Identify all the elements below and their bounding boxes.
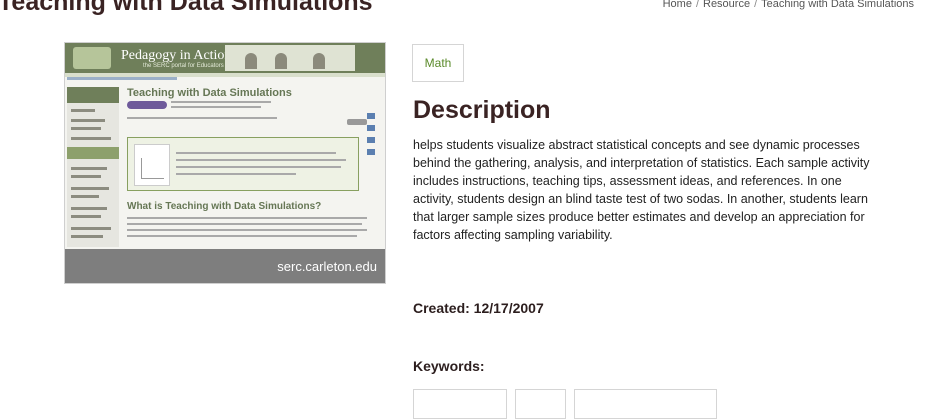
thumbnail-share-icons bbox=[367, 113, 377, 193]
thumbnail-header-photo bbox=[225, 45, 355, 71]
breadcrumb-separator: / bbox=[695, 0, 699, 10]
thumbnail-callout-box bbox=[127, 137, 359, 191]
thumbnail-chart-icon bbox=[134, 144, 170, 186]
keyword-chip[interactable] bbox=[515, 389, 566, 419]
thumbnail-page-heading: Teaching with Data Simulations bbox=[127, 87, 292, 99]
thumbnail-caption: serc.carleton.edu bbox=[65, 249, 385, 283]
keywords-label: Keywords: bbox=[413, 358, 485, 374]
breadcrumb: Home / Resource / Teaching with Data Simulat… bbox=[663, 0, 914, 10]
thumbnail-badge-icon bbox=[127, 101, 167, 109]
thumbnail-site-logo: Pedagogy in Action bbox=[121, 48, 232, 63]
thumbnail-breadcrumb bbox=[67, 77, 177, 80]
keyword-chip[interactable] bbox=[413, 389, 507, 419]
keyword-chip[interactable] bbox=[574, 389, 717, 419]
page-title: Teaching with Data Simulations bbox=[0, 0, 373, 16]
subject-tag-math[interactable]: Math bbox=[412, 44, 464, 82]
description-text: helps students visualize abstract statis… bbox=[413, 138, 870, 242]
thumbnail-site-header: Pedagogy in Action the SERC portal for E… bbox=[65, 43, 385, 73]
breadcrumb-current: Teaching with Data Simulations bbox=[761, 0, 914, 10]
breadcrumb-separator: / bbox=[754, 0, 758, 10]
breadcrumb-resource[interactable]: Resource bbox=[703, 0, 750, 10]
thumbnail-button bbox=[347, 119, 367, 125]
thumbnail-sidebar bbox=[67, 87, 119, 247]
resource-thumbnail[interactable]: Pedagogy in Action the SERC portal for E… bbox=[64, 42, 386, 284]
breadcrumb-home[interactable]: Home bbox=[663, 0, 692, 10]
thumbnail-site-tagline: the SERC portal for Educators bbox=[143, 63, 224, 69]
created-date: Created: 12/17/2007 bbox=[413, 300, 544, 316]
thumbnail-section-heading: What is Teaching with Data Simulations? bbox=[127, 201, 322, 212]
description-heading: Description bbox=[413, 96, 551, 124]
leaf-logo-icon bbox=[73, 47, 111, 69]
